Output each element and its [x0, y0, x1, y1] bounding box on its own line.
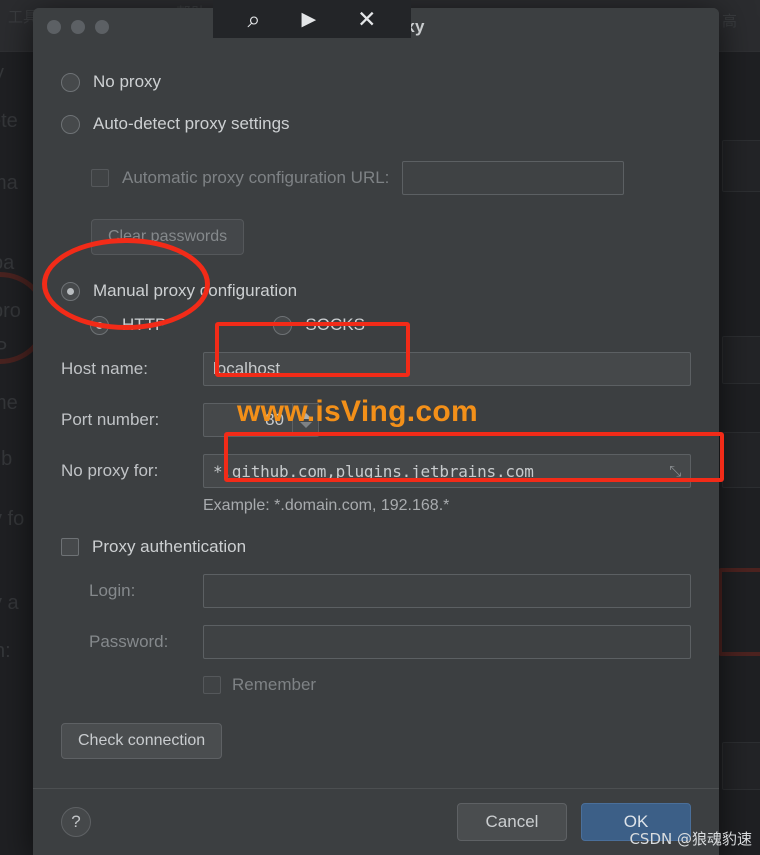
radio-socks[interactable]: SOCKS	[273, 315, 365, 335]
radio-manual-proxy[interactable]: Manual proxy configuration	[61, 281, 691, 301]
login-label: Login:	[89, 581, 136, 600]
auto-config-url-row[interactable]: Automatic proxy configuration URL:	[61, 161, 691, 195]
background-text: y a	[0, 592, 19, 614]
background-box	[722, 742, 760, 790]
search-icon[interactable]: ⌕	[248, 6, 261, 33]
http-radio-icon[interactable]	[90, 315, 109, 335]
check-connection-button[interactable]: Check connection	[61, 723, 223, 759]
auto-detect-label: Auto-detect proxy settings	[93, 114, 290, 133]
background-box	[722, 140, 760, 192]
host-name-row: Host name: localhost	[61, 352, 691, 386]
no-proxy-for-label: No proxy for:	[61, 461, 159, 480]
no-proxy-for-example: Example: *.domain.com, 192.168.*	[203, 497, 450, 514]
remember-checkbox-icon[interactable]	[203, 676, 221, 694]
no-proxy-for-value: *.github.com,plugins.jetbrains.com	[213, 461, 534, 481]
cancel-button[interactable]: Cancel	[457, 803, 567, 841]
proxy-authentication-row[interactable]: Proxy authentication	[61, 537, 691, 557]
http-label: HTTP	[122, 315, 167, 334]
background-text: nb	[0, 448, 13, 470]
port-number-label: Port number:	[61, 410, 160, 429]
clear-passwords-row: Clear passwords	[91, 219, 691, 255]
host-name-label: Host name:	[61, 359, 148, 378]
password-label: Password:	[89, 632, 169, 651]
radio-no-proxy[interactable]: No proxy	[61, 72, 691, 92]
dialog-footer: ? Cancel OK	[33, 788, 719, 855]
background-text: n:	[0, 640, 11, 662]
host-name-input[interactable]: localhost	[203, 352, 691, 386]
socks-radio-icon[interactable]	[273, 315, 293, 335]
no-proxy-for-row: No proxy for: *.github.com,plugins.jetbr…	[61, 454, 691, 488]
no-proxy-for-input[interactable]: *.github.com,plugins.jetbrains.com ⤡	[203, 454, 691, 488]
play-icon[interactable]: ▶	[301, 8, 316, 31]
radio-auto-detect[interactable]: Auto-detect proxy settings	[61, 114, 691, 134]
login-row: Login:	[61, 574, 691, 608]
auto-detect-radio-icon[interactable]	[61, 114, 80, 134]
background-box	[722, 336, 760, 384]
no-proxy-radio-icon[interactable]	[61, 72, 80, 92]
background-text: y	[0, 62, 4, 85]
background-text: y fo	[0, 508, 25, 530]
screen: y ete ma pa pro P me nb y fo y a n: 高 工具…	[0, 0, 760, 855]
manual-proxy-radio-icon[interactable]	[61, 281, 80, 301]
watermark-isving: www.isVing.com	[237, 395, 478, 428]
background-box	[722, 432, 760, 488]
password-input[interactable]	[203, 625, 691, 659]
protocol-row: HTTP SOCKS	[61, 315, 691, 335]
remember-label: Remember	[232, 675, 317, 694]
auto-config-url-checkbox-icon[interactable]	[91, 169, 109, 187]
background-text: ma	[0, 172, 18, 194]
floating-toolbar[interactable]: ⌕ ▶ ✕	[213, 0, 411, 38]
expand-icon[interactable]: ⤡	[669, 462, 681, 480]
clear-passwords-button[interactable]: Clear passwords	[91, 219, 245, 255]
login-input[interactable]	[203, 574, 691, 608]
proxy-authentication-label: Proxy authentication	[92, 537, 247, 556]
auto-config-url-input[interactable]	[402, 161, 625, 195]
remember-row[interactable]: Remember	[61, 675, 691, 695]
auto-config-url-label: Automatic proxy configuration URL:	[122, 168, 390, 187]
background-text: 高	[722, 13, 738, 30]
no-proxy-label: No proxy	[93, 72, 162, 91]
manual-proxy-label: Manual proxy configuration	[93, 281, 298, 300]
check-connection-row: Check connection	[61, 723, 691, 759]
socks-label: SOCKS	[305, 315, 365, 334]
background-text: ete	[0, 110, 18, 132]
close-icon[interactable]: ✕	[357, 6, 376, 33]
http-proxy-dialog: HTTP Proxy No proxy Auto-detect proxy se…	[33, 8, 719, 855]
help-button[interactable]: ?	[61, 807, 91, 837]
watermark-csdn: CSDN @狼魂豹速	[629, 830, 752, 848]
background-annotation	[718, 568, 760, 656]
background-text: me	[0, 392, 18, 414]
password-row: Password:	[61, 625, 691, 659]
proxy-authentication-checkbox-icon[interactable]	[61, 538, 79, 556]
